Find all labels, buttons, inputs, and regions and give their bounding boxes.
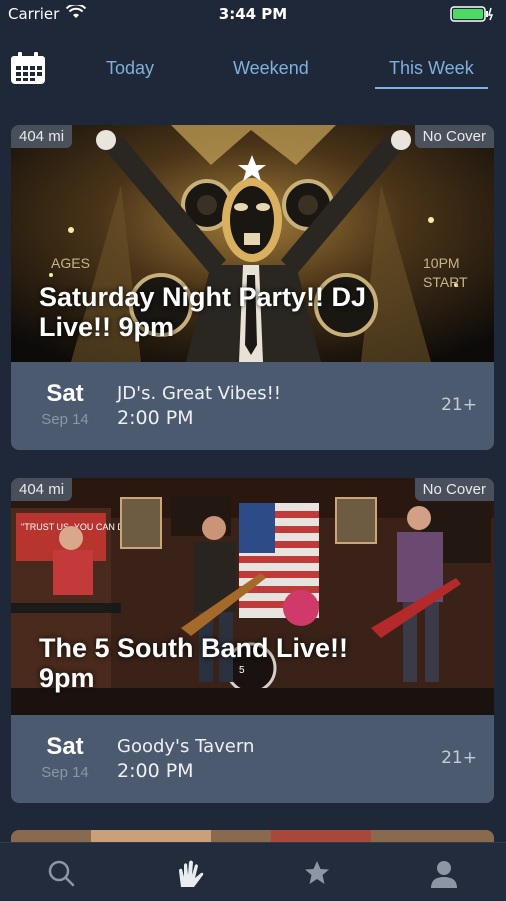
clock: 3:44 PM [218,5,288,23]
distance-badge: 404 mi [11,125,73,148]
status-bar: Carrier 3:44 PM [0,0,506,28]
profile-icon[interactable] [429,859,459,889]
tab-this-week[interactable]: This Week [375,58,488,89]
search-icon[interactable] [47,859,75,887]
age-restriction: 21+ [441,748,477,768]
event-date: Sep 14 [41,411,89,428]
poster-text-ages: AGES [51,255,90,271]
favorites-star-icon[interactable] [303,859,331,887]
event-info: Sat Sep 14 Goody's Tavern 2:00 PM 21+ [11,715,494,803]
cover-badge: No Cover [414,478,494,501]
poster-text-time: 10PM [423,255,460,271]
tab-weekend[interactable]: Weekend [233,58,309,79]
event-time: 2:00 PM [117,407,194,429]
event-venue: JD's. Great Vibes!! [117,383,282,404]
event-title-line: 9pm [39,663,95,693]
event-date: Sep 14 [41,764,89,781]
distance-badge: 404 mi [11,478,73,501]
event-day: Sat [46,380,84,407]
event-title: The 5 South Band Live!! 9pm [39,633,348,693]
event-title-line: Live!! 9pm [39,312,175,342]
event-venue: Goody's Tavern [117,736,255,757]
poster-text-start: START [423,274,468,290]
event-card[interactable]: AGES 10PM START 404 mi No Cover Saturday… [11,125,494,450]
event-title-line: The 5 South Band Live!! [39,633,349,663]
event-title: Saturday Night Party!! DJ Live!! 9pm [39,282,366,342]
cover-badge: No Cover [414,125,494,148]
calendar-icon[interactable] [10,51,46,85]
age-restriction: 21+ [441,395,477,415]
battery-icon [450,6,494,22]
tab-today[interactable]: Today [106,58,154,79]
bottom-tab-bar [0,842,506,901]
event-title-line: Saturday Night Party!! DJ [39,282,367,312]
event-day: Sat [46,733,84,760]
event-info: Sat Sep 14 JD's. Great Vibes!! 2:00 PM 2… [11,362,494,450]
events-hand-icon[interactable] [175,859,207,889]
event-card[interactable]: "TRUST US, YOU CAN DANCE." 5 404 mi No C… [11,478,494,803]
event-time: 2:00 PM [117,760,194,782]
date-filter-tabs: Today Weekend This Week [0,40,506,96]
